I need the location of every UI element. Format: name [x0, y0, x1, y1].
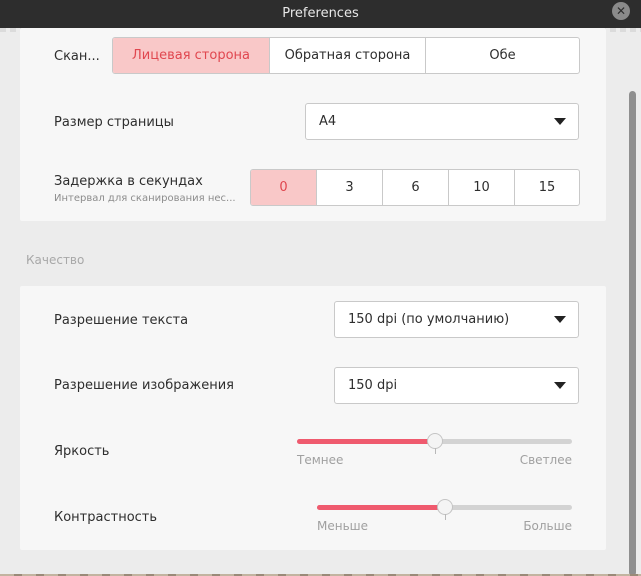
delay-option-15[interactable]: 15: [515, 170, 579, 205]
page-size-dropdown[interactable]: A4: [305, 103, 579, 140]
slider-tick: [444, 514, 446, 520]
delay-option-3[interactable]: 3: [317, 170, 383, 205]
dropdown-arrow-icon: [554, 315, 566, 323]
side-option-both[interactable]: Обе: [426, 38, 579, 73]
sides-selector: Лицевая сторона Обратная сторона Обе: [112, 37, 580, 74]
page-size-label: Размер страницы: [54, 115, 174, 130]
brightness-label: Яркость: [54, 444, 110, 459]
delay-option-6[interactable]: 6: [383, 170, 449, 205]
window-titlebar: Preferences ✕: [0, 0, 641, 28]
delay-option-10[interactable]: 10: [449, 170, 515, 205]
side-option-front[interactable]: Лицевая сторона: [113, 38, 270, 73]
image-resolution-dropdown[interactable]: 150 dpi: [334, 367, 579, 404]
text-resolution-value: 150 dpi (по умолчанию): [348, 312, 510, 327]
dropdown-arrow-icon: [554, 117, 566, 125]
delay-label: Задержка в секундах: [54, 174, 203, 189]
contrast-max-label: Больше: [523, 519, 572, 533]
image-resolution-value: 150 dpi: [348, 378, 398, 393]
text-resolution-dropdown[interactable]: 150 dpi (по умолчанию): [334, 301, 579, 338]
dropdown-arrow-icon: [554, 381, 566, 389]
preferences-content[interactable]: Скан... Лицевая сторона Обратная сторона…: [0, 28, 641, 576]
delay-selector: 0 3 6 10 15: [250, 169, 580, 206]
page-size-value: A4: [319, 114, 337, 129]
slider-handle[interactable]: [436, 499, 453, 515]
brightness-min-label: Темнее: [297, 453, 344, 467]
side-option-back[interactable]: Обратная сторона: [270, 38, 426, 73]
slider-handle[interactable]: [426, 433, 443, 449]
quality-section-title: Качество: [26, 253, 85, 267]
close-icon[interactable]: ✕: [612, 2, 630, 20]
contrast-label: Контрастность: [54, 510, 158, 525]
brightness-slider[interactable]: Темнее Светлее: [297, 433, 572, 467]
brightness-max-label: Светлее: [519, 453, 572, 467]
vertical-scrollbar[interactable]: [629, 91, 636, 576]
delay-sublabel: Интервал для сканирования нес...: [54, 193, 236, 204]
window-title: Preferences: [282, 6, 359, 21]
slider-tick: [434, 448, 436, 454]
delay-option-0[interactable]: 0: [251, 170, 317, 205]
image-resolution-label: Разрешение изображения: [54, 378, 234, 393]
slider-fill: [317, 505, 445, 510]
text-resolution-label: Разрешение текста: [54, 313, 189, 328]
contrast-min-label: Меньше: [317, 519, 369, 533]
slider-fill: [297, 439, 435, 444]
sides-label: Скан...: [54, 49, 100, 64]
contrast-slider[interactable]: Меньше Больше: [317, 499, 572, 533]
